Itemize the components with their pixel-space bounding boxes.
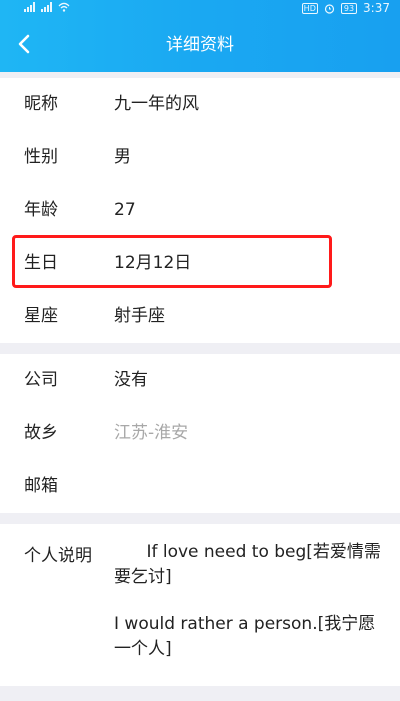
birthday-highlight-box: [12, 235, 332, 288]
company-label: 公司: [24, 370, 58, 390]
navigation-bar: 详细资料: [0, 18, 400, 72]
company-value: 没有: [114, 370, 148, 390]
signal-icon: [24, 2, 35, 12]
hometown-label: 故乡: [24, 423, 58, 443]
status-bar: HD 93 3:37: [0, 0, 400, 18]
status-time: 3:37: [363, 1, 390, 15]
age-label: 年龄: [24, 200, 58, 220]
signal-icon: [41, 2, 52, 12]
info-row-zodiac: 星座 射手座: [0, 290, 400, 343]
hd-icon: HD: [301, 2, 318, 14]
page-title: 详细资料: [166, 35, 234, 55]
info-row-nickname: 昵称 九一年的风: [0, 78, 400, 131]
app-header: HD 93 3:37 详细资料: [0, 0, 400, 72]
alarm-icon: [324, 3, 334, 14]
gender-label: 性别: [24, 147, 58, 167]
info-row-company: 公司 没有: [0, 354, 400, 407]
age-value: 27: [114, 200, 136, 220]
extra-info-section: 公司 没有 故乡 江苏-淮安 邮箱: [0, 354, 400, 513]
info-row-email: 邮箱: [0, 460, 400, 513]
info-row-gender: 性别 男: [0, 131, 400, 184]
gender-value: 男: [114, 147, 131, 167]
hometown-value: 江苏-淮安: [114, 423, 189, 443]
about-label: 个人说明: [24, 546, 92, 566]
battery-indicator: 93: [340, 2, 358, 14]
about-paragraph: If love need to beg[若爱情需要乞讨]: [114, 542, 381, 587]
about-paragraph: I would rather a person.[我宁愿一个人]: [114, 614, 376, 659]
zodiac-value: 射手座: [114, 306, 165, 326]
about-section: 个人说明 If love need to beg[若爱情需要乞讨] I woul…: [0, 524, 400, 686]
nickname-label: 昵称: [24, 94, 58, 114]
wifi-icon: [58, 2, 70, 12]
nickname-value: 九一年的风: [114, 94, 199, 114]
basic-info-section: 昵称 九一年的风 性别 男 年龄 27 生日 12月12日 星座 射手座: [0, 78, 400, 343]
info-row-hometown: 故乡 江苏-淮安: [0, 407, 400, 460]
email-label: 邮箱: [24, 476, 58, 496]
zodiac-label: 星座: [24, 306, 58, 326]
info-row-age: 年龄 27: [0, 184, 400, 237]
